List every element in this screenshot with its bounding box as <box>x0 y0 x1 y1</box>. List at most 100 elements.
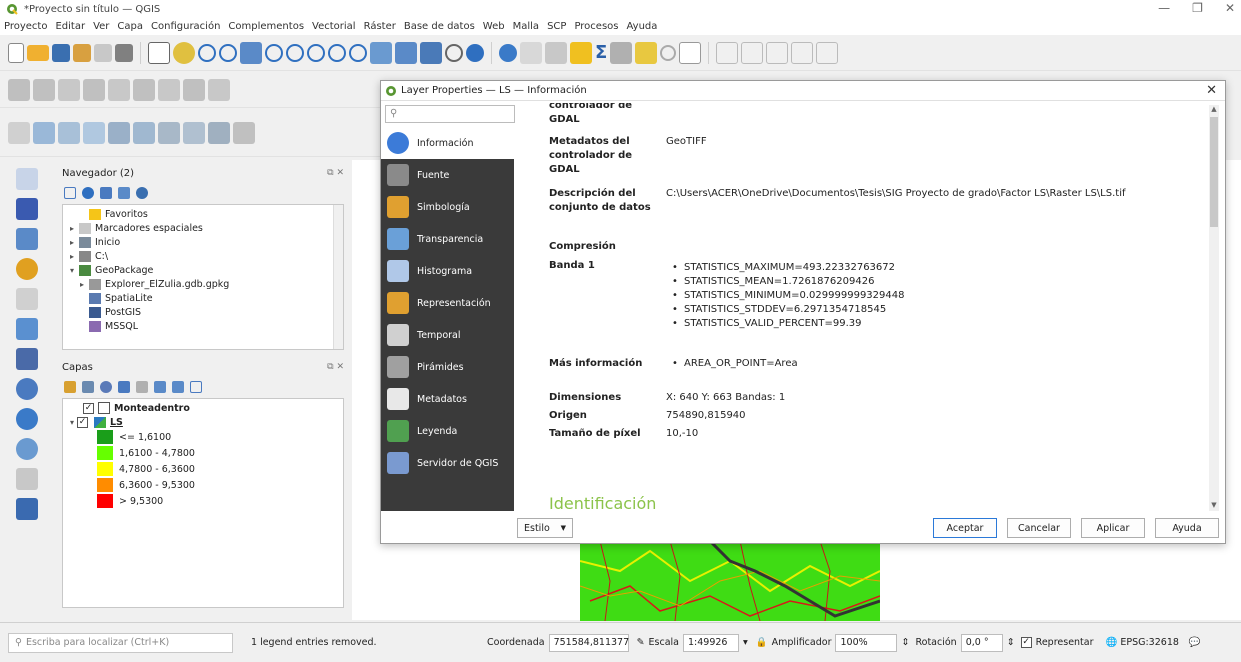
print-layout-icon[interactable] <box>94 43 112 62</box>
browser-item[interactable]: ▸ C:\ <box>63 249 343 263</box>
filter-legend-icon[interactable] <box>118 381 130 393</box>
search-tool-icon[interactable] <box>660 44 677 61</box>
zoom-native-icon[interactable] <box>307 43 325 62</box>
measure-icon[interactable] <box>610 41 633 64</box>
menu-item[interactable]: Base de datos <box>404 21 475 32</box>
messages-icon[interactable]: 💬 <box>1189 637 1201 648</box>
magnifier-spin-icon[interactable]: ⇕ <box>901 637 909 648</box>
zoom-full-icon[interactable] <box>240 41 262 64</box>
layer-visibility-checkbox[interactable]: ✓ <box>77 416 88 428</box>
dialog-search-input[interactable]: ⚲ <box>385 105 515 123</box>
identify-features-icon[interactable] <box>499 43 517 62</box>
properties-icon[interactable] <box>136 187 148 199</box>
add-selected-layers-icon[interactable] <box>64 187 76 199</box>
add-wms-layer-icon[interactable] <box>16 378 38 400</box>
sidebar-item-fuente[interactable]: Fuente <box>381 159 514 191</box>
layer-row-ls[interactable]: ▾ ✓ LS <box>63 415 343 429</box>
zoom-layer-icon[interactable] <box>286 43 304 62</box>
add-vector-layer-icon[interactable] <box>16 168 38 190</box>
expand-arrow-icon[interactable]: ▾ <box>67 266 77 275</box>
menu-item[interactable]: Complementos <box>228 21 304 32</box>
add-postgis-icon[interactable] <box>133 121 155 144</box>
menu-item[interactable]: Editar <box>55 21 85 32</box>
browser-item[interactable]: Favoritos <box>63 207 343 221</box>
remove-layer-icon[interactable] <box>190 381 202 393</box>
sidebar-item-información[interactable]: Información <box>381 127 514 159</box>
new-project-icon[interactable] <box>8 42 24 63</box>
add-raster-icon[interactable] <box>33 121 55 144</box>
render-checkbox[interactable]: ✓ <box>1020 637 1032 648</box>
rotation-spin-icon[interactable]: ⇕ <box>1007 637 1015 648</box>
menu-item[interactable]: Proyecto <box>4 21 47 32</box>
add-spatialite-layer-icon[interactable] <box>16 288 38 310</box>
sidebar-item-pirámides[interactable]: Pirámides <box>381 351 514 383</box>
scale-dropdown-icon[interactable]: ▾ <box>743 637 748 648</box>
scroll-thumb[interactable] <box>1210 117 1218 227</box>
rotation-field[interactable]: 0,0 ° <box>960 633 1003 652</box>
add-spatialite-icon[interactable] <box>108 121 130 144</box>
sidebar-item-representación[interactable]: Representación <box>381 287 514 319</box>
ok-button[interactable]: Aceptar <box>933 518 997 538</box>
sidebar-item-metadatos[interactable]: Metadatos <box>381 383 514 415</box>
lock-scale-icon[interactable]: 🔒 <box>756 637 768 648</box>
expand-arrow-icon[interactable]: ▸ <box>67 252 77 261</box>
processing-toolbox-icon[interactable] <box>570 41 592 64</box>
open-project-icon[interactable] <box>27 44 49 61</box>
sidebar-item-simbología[interactable]: Simbología <box>381 191 514 223</box>
menu-item[interactable]: Web <box>483 21 505 32</box>
apply-button[interactable]: Aplicar <box>1081 518 1145 538</box>
zoom-next-icon[interactable] <box>349 43 367 62</box>
browser-tree[interactable]: Favoritos ▸ Marcadores espaciales ▸ Inicio ▸ C… <box>62 204 344 350</box>
scale-field[interactable]: 1:49926 <box>683 633 740 652</box>
panel-float-close-icon[interactable]: ⧉ ✕ <box>327 168 344 178</box>
pan-map-icon[interactable] <box>148 41 170 64</box>
digitize-line-icon[interactable] <box>766 41 789 64</box>
sidebar-item-transparencia[interactable]: Transparencia <box>381 223 514 255</box>
cancel-button[interactable]: Cancelar <box>1007 518 1071 538</box>
digitize-polygon-icon[interactable] <box>716 41 739 64</box>
add-vector-icon[interactable] <box>58 121 80 144</box>
annotation-icon[interactable] <box>635 41 658 64</box>
add-group-icon[interactable] <box>82 381 94 393</box>
copy-features-icon[interactable] <box>158 78 180 101</box>
minimize-button[interactable]: — <box>1158 1 1170 15</box>
save-as-icon[interactable] <box>73 43 91 62</box>
browser-item[interactable]: MSSQL <box>63 319 343 333</box>
scroll-down-icon[interactable]: ▼ <box>1209 501 1219 511</box>
refresh-icon[interactable] <box>466 43 484 62</box>
add-wms-icon[interactable] <box>158 121 180 144</box>
add-wfs-icon[interactable] <box>183 121 205 144</box>
menu-item[interactable]: Ver <box>93 21 109 32</box>
expand-all-icon[interactable] <box>154 381 166 393</box>
digitize-feature-icon[interactable] <box>791 41 814 64</box>
new-temporary-layer-icon[interactable] <box>16 498 38 520</box>
toggle-extents-icon[interactable]: ✎ <box>637 637 645 648</box>
sidebar-item-temporal[interactable]: Temporal <box>381 319 514 351</box>
add-virtual-icon[interactable] <box>233 121 255 144</box>
new-map-view-icon[interactable] <box>370 41 392 64</box>
save-project-icon[interactable] <box>52 43 70 62</box>
zoom-in-icon[interactable] <box>198 43 216 62</box>
help-button[interactable]: Ayuda <box>1155 518 1219 538</box>
browser-item[interactable]: ▾ GeoPackage <box>63 263 343 277</box>
open-layer-styling-icon[interactable] <box>64 381 76 393</box>
magnifier-field[interactable]: 100% <box>835 633 898 652</box>
sidebar-item-histograma[interactable]: Histograma <box>381 255 514 287</box>
menu-item[interactable]: Ayuda <box>627 21 658 32</box>
browser-item[interactable]: PostGIS <box>63 305 343 319</box>
dialog-close-icon[interactable]: ✕ <box>1206 83 1217 98</box>
add-postgis-layer-icon[interactable] <box>16 348 38 370</box>
browser-item[interactable]: SpatiaLite <box>63 291 343 305</box>
browser-scrollbar[interactable] <box>333 205 343 349</box>
expand-arrow-icon[interactable]: ▸ <box>77 280 87 289</box>
content-scrollbar[interactable]: ▲ ▼ <box>1209 105 1219 511</box>
add-raster-layer-icon[interactable] <box>16 198 38 220</box>
browser-item[interactable]: ▸ Marcadores espaciales <box>63 221 343 235</box>
snapping-icon[interactable] <box>8 121 30 144</box>
pan-to-selection-icon[interactable] <box>173 41 195 64</box>
bookmark-new-icon[interactable] <box>395 41 417 64</box>
edit-pencil-icon[interactable] <box>8 78 30 101</box>
add-mesh-icon[interactable] <box>208 121 230 144</box>
scroll-up-icon[interactable]: ▲ <box>1209 105 1219 115</box>
add-wfs-layer-icon[interactable] <box>16 438 38 460</box>
